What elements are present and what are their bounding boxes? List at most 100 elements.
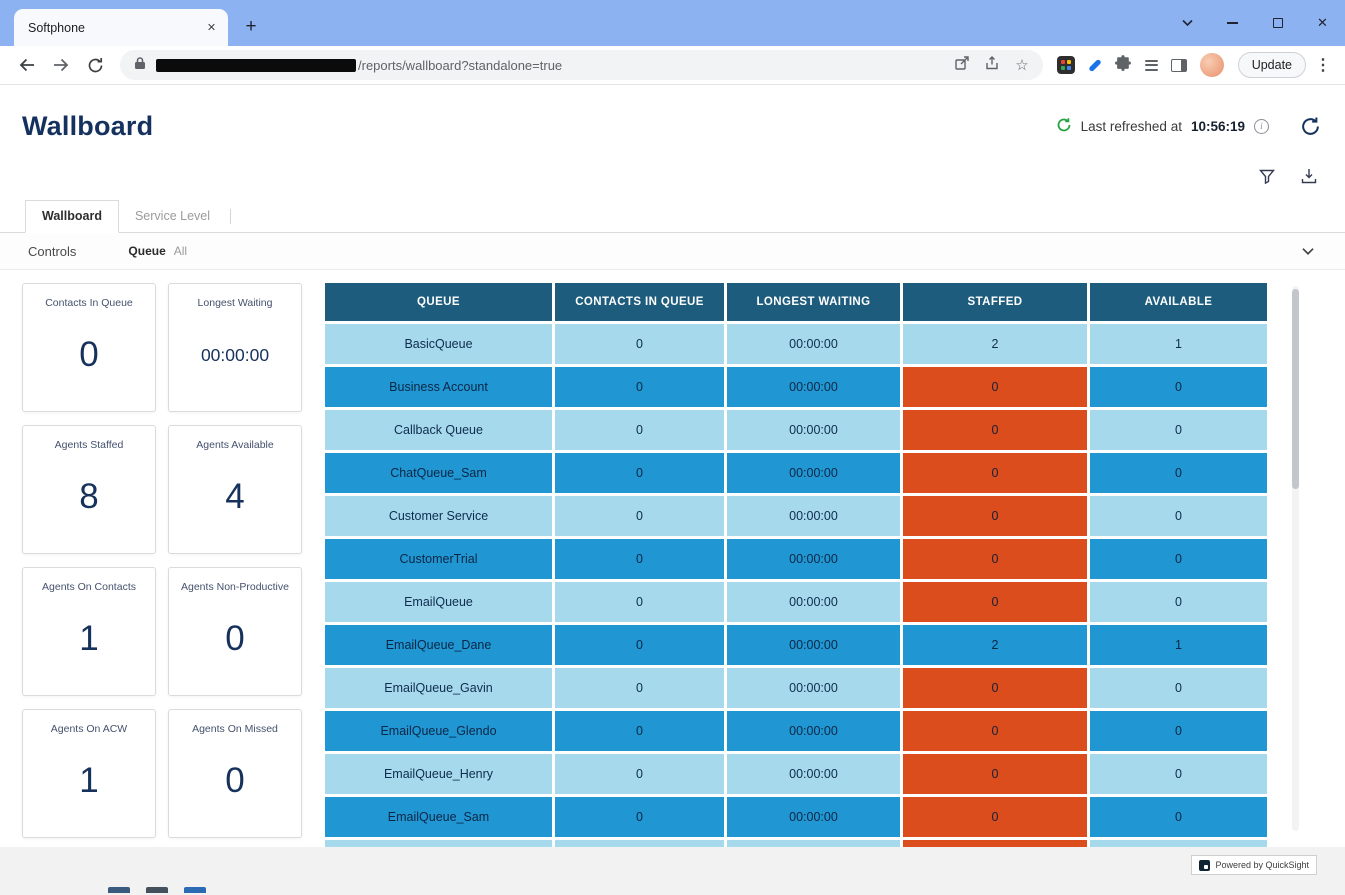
cell-contacts-in-queue: 0 <box>555 797 724 837</box>
tab-close-icon[interactable]: ✕ <box>203 19 220 36</box>
kpi-value: 8 <box>79 477 98 517</box>
url-redaction-bar <box>156 59 356 72</box>
kpi-label: Agents On Missed <box>192 723 278 735</box>
controls-bar: Controls Queue All <box>0 233 1345 270</box>
cell-contacts-in-queue: 0 <box>555 453 724 493</box>
table-scrollbar-thumb[interactable] <box>1292 289 1299 489</box>
cell-longest-waiting: 00:00:00 <box>727 453 900 493</box>
address-bar[interactable]: /reports/wallboard?standalone=true ☆ <box>120 50 1043 80</box>
cell-queue: EmailQueue_Sam <box>325 797 552 837</box>
cell-queue <box>325 840 552 847</box>
cell-staffed: 0 <box>903 367 1087 407</box>
queue-table: QUEUE CONTACTS IN QUEUE LONGEST WAITING … <box>325 283 1267 847</box>
cell-queue: BasicQueue <box>325 324 552 364</box>
kpi-value: 0 <box>225 619 244 659</box>
cell-staffed: 2 <box>903 625 1087 665</box>
cell-longest-waiting: 00:00:00 <box>727 625 900 665</box>
bookmark-star-icon[interactable]: ☆ <box>1015 58 1028 73</box>
window-minimize-button[interactable] <box>1210 0 1255 46</box>
queue-filter-value[interactable]: All <box>174 244 187 258</box>
url-text: /reports/wallboard?standalone=true <box>358 58 945 73</box>
window-maximize-button[interactable] <box>1255 0 1300 46</box>
cell-longest-waiting: 00:00:00 <box>727 539 900 579</box>
export-download-icon[interactable] <box>1301 168 1317 189</box>
cell-queue: EmailQueue_Glendo <box>325 711 552 751</box>
cell-contacts-in-queue: 0 <box>555 496 724 536</box>
window-close-button[interactable]: ✕ <box>1300 0 1345 46</box>
cell-staffed: 0 <box>903 754 1087 794</box>
last-refreshed-label: Last refreshed at <box>1081 119 1182 134</box>
cell-staffed: 0 <box>903 496 1087 536</box>
lock-icon <box>134 56 146 75</box>
cell-contacts-in-queue: 0 <box>555 367 724 407</box>
back-button[interactable] <box>12 50 42 80</box>
cell-queue: EmailQueue <box>325 582 552 622</box>
cell-queue: CustomerTrial <box>325 539 552 579</box>
cell-longest-waiting: 00:00:00 <box>727 496 900 536</box>
quicksight-logo-icon <box>1199 860 1210 871</box>
cell-longest-waiting: 00:00:00 <box>727 754 900 794</box>
cell-staffed: 2 <box>903 324 1087 364</box>
cell-longest-waiting: 00:00:00 <box>727 840 900 847</box>
kpi-card: Agents On ACW 1 <box>22 709 156 838</box>
cell-longest-waiting: 00:00:00 <box>727 410 900 450</box>
table-scrollbar[interactable] <box>1292 286 1299 831</box>
media-grid-extension-icon[interactable] <box>1057 56 1075 74</box>
cell-queue: EmailQueue_Henry <box>325 754 552 794</box>
browser-tab-softphone[interactable]: Softphone ✕ <box>14 9 228 46</box>
side-panel-icon[interactable] <box>1171 59 1187 72</box>
cell-staffed: 0 <box>903 539 1087 579</box>
share-icon[interactable] <box>985 56 999 75</box>
cell-queue: EmailQueue_Gavin <box>325 668 552 708</box>
reload-button[interactable] <box>80 50 110 80</box>
kpi-label: Agents Staffed <box>55 439 124 451</box>
quicksight-badge: Powered by QuickSight <box>1191 855 1317 875</box>
page-header: Wallboard Last refreshed at 10:56:19 i <box>0 85 1345 160</box>
tab-wallboard[interactable]: Wallboard <box>25 200 119 233</box>
cell-contacts-in-queue: 0 <box>555 625 724 665</box>
controls-collapse-chevron-icon[interactable] <box>1297 243 1319 260</box>
cell-longest-waiting: 00:00:00 <box>727 797 900 837</box>
cell-available: 0 <box>1090 668 1267 708</box>
cell-queue: Customer Service <box>325 496 552 536</box>
update-button[interactable]: Update <box>1238 52 1306 78</box>
cell-queue: Business Account <box>325 367 552 407</box>
kpi-label: Agents On Contacts <box>42 581 136 593</box>
kpi-card: Agents Staffed 8 <box>22 425 156 554</box>
kpi-card: Agents Available 4 <box>168 425 302 554</box>
cell-contacts-in-queue: 0 <box>555 754 724 794</box>
header-staffed: STAFFED <box>903 283 1087 321</box>
header-longest-waiting: LONGEST WAITING <box>727 283 900 321</box>
tab-search-chevron-icon[interactable] <box>1165 0 1210 46</box>
profile-avatar[interactable] <box>1200 53 1224 77</box>
kpi-label: Agents Available <box>196 439 273 451</box>
tab-service-level[interactable]: Service Level <box>119 201 226 232</box>
playlist-extension-icon[interactable] <box>1145 60 1158 71</box>
cell-available: 0 <box>1090 797 1267 837</box>
extensions-cluster <box>1057 53 1224 77</box>
page-title: Wallboard <box>22 111 153 142</box>
kpi-card: Agents On Missed 0 <box>168 709 302 838</box>
new-tab-button[interactable]: + <box>236 12 266 42</box>
header-available: AVAILABLE <box>1090 283 1267 321</box>
forward-button[interactable] <box>46 50 76 80</box>
info-icon[interactable]: i <box>1254 119 1269 134</box>
cell-contacts-in-queue: 0 <box>555 324 724 364</box>
cell-longest-waiting: 00:00:00 <box>727 711 900 751</box>
kpi-value: 1 <box>79 761 98 801</box>
extensions-puzzle-icon[interactable] <box>1115 54 1132 76</box>
filter-icon[interactable] <box>1259 169 1275 189</box>
cell-staffed: 0 <box>903 410 1087 450</box>
open-in-window-icon[interactable] <box>955 56 969 75</box>
blue-tool-extension-icon[interactable] <box>1088 63 1102 68</box>
cell-available: 0 <box>1090 582 1267 622</box>
browser-menu-kebab-icon[interactable]: ⋮ <box>1315 55 1331 75</box>
window-controls: ✕ <box>1165 0 1345 46</box>
browser-tab-strip: Softphone ✕ + ✕ <box>0 0 1345 46</box>
cell-longest-waiting: 00:00:00 <box>727 324 900 364</box>
cell-staffed: 0 <box>903 582 1087 622</box>
kpi-label: Contacts In Queue <box>45 297 133 309</box>
refresh-button[interactable] <box>1300 116 1321 137</box>
kpi-card: Contacts In Queue 0 <box>22 283 156 412</box>
queue-table-container[interactable]: QUEUE CONTACTS IN QUEUE LONGEST WAITING … <box>325 283 1267 847</box>
